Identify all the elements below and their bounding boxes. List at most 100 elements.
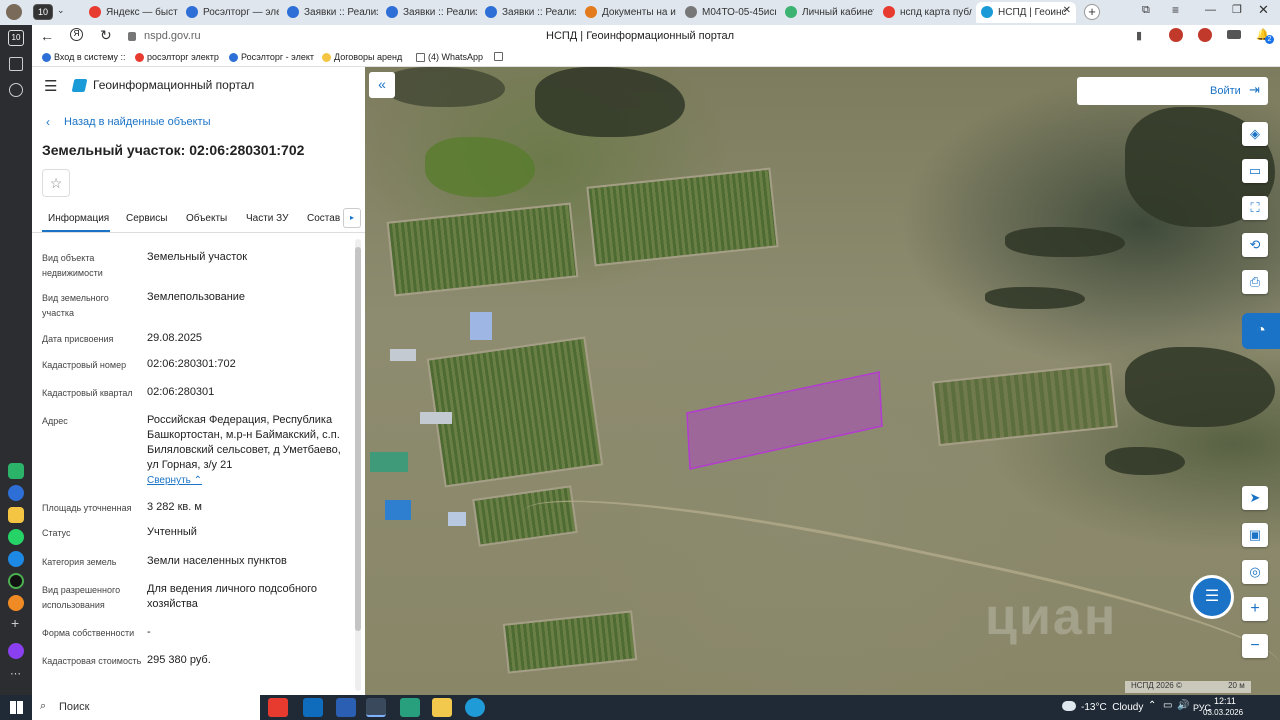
tab-close-icon[interactable]: ✕ [1063, 5, 1071, 16]
add-rail-icon[interactable]: + [11, 615, 19, 631]
tab-parts[interactable]: Части ЗУ [246, 213, 288, 224]
browser-tab[interactable]: Заявки :: Реализ [282, 2, 378, 23]
browser-tab[interactable]: Росэлторг — эле [181, 2, 279, 23]
browser-tab[interactable]: М04ТО-05-45иск [680, 2, 776, 23]
app-rail-icon-5[interactable] [8, 551, 24, 567]
weather-text[interactable]: -13°C Cloudy [1081, 702, 1143, 713]
app-rail-icon-2[interactable] [8, 485, 24, 501]
taskbar-explorer-app[interactable] [432, 698, 452, 717]
collapse-panel-button[interactable]: « [369, 72, 395, 98]
clock-date[interactable]: 03.03.2026 [1203, 708, 1243, 717]
window-close-icon[interactable]: ✕ [1258, 2, 1269, 18]
tab-objects[interactable]: Объекты [186, 213, 227, 224]
browser-tab[interactable]: Личный кабинет [780, 2, 874, 23]
login-icon: ⇥ [1249, 82, 1260, 97]
bookmark-item[interactable]: (4) WhatsApp [416, 52, 483, 62]
back-to-results-link[interactable]: Назад в найденные объекты [64, 116, 211, 128]
tab-favicon-icon [785, 6, 797, 18]
app-rail-icon-1[interactable] [8, 463, 24, 479]
taskbar-yandex-browser-app[interactable] [366, 698, 386, 717]
bookmark-icon[interactable]: ▮ [1136, 29, 1142, 42]
windows-start-icon[interactable] [10, 701, 23, 714]
ruler-button[interactable]: ▭ [1242, 159, 1268, 183]
bookmark-item[interactable]: Вход в систему :: [42, 52, 126, 62]
bookmarks-bar: Вход в систему :: росэлторг электр Росэл… [32, 49, 1280, 67]
bookmark-item[interactable]: Договоры аренд [322, 52, 402, 62]
tabs-dropdown-icon[interactable]: ⌄ [57, 5, 71, 19]
select-area-button[interactable]: ⛶ [1242, 196, 1268, 220]
tabs-scroll-right-button[interactable]: ▸ [343, 208, 361, 228]
new-tab-button[interactable]: + [1084, 4, 1100, 20]
login-label: Войти [1210, 85, 1241, 97]
profile-avatar[interactable] [6, 4, 22, 20]
tab-favicon-icon [386, 6, 398, 18]
extension-icon-2[interactable] [1198, 28, 1212, 42]
app-rail-icon-3[interactable] [8, 507, 24, 523]
tab-composition[interactable]: Состав [307, 213, 340, 224]
zoom-out-button[interactable]: − [1242, 634, 1268, 658]
url-text[interactable]: nspd.gov.ru [144, 30, 201, 42]
tray-expand-icon[interactable]: ⌃ [1148, 700, 1156, 711]
taskbar-yandex-app[interactable] [268, 698, 288, 717]
tab-information[interactable]: Информация [48, 213, 109, 224]
collapse-link[interactable]: Свернуть ⌃ [147, 475, 202, 486]
login-bar[interactable]: Войти ⇥ [1077, 77, 1268, 105]
volume-icon[interactable]: 🔊 [1177, 700, 1189, 711]
reload-icon[interactable]: ↻ [100, 27, 112, 44]
collections-icon[interactable]: ⧉ [1142, 4, 1150, 17]
back-chevron-icon[interactable]: ‹ [46, 115, 50, 129]
app-rail-icon-6[interactable] [8, 573, 24, 589]
bookmark-overflow-icon[interactable] [494, 52, 503, 61]
site-icon [135, 52, 144, 62]
app-rail-icon-7[interactable] [8, 595, 24, 611]
share-button[interactable]: ⟲ [1242, 233, 1268, 257]
back-arrow-icon[interactable]: ← [40, 28, 54, 44]
panel-scrollbar-thumb[interactable] [355, 247, 361, 631]
field-label: Площадь уточненная [42, 503, 132, 513]
satellite-map[interactable]: циан « Войти ⇥ ◈ ▭ ⛶ ⟲ ⎙ ◔ ➤ ▣ ◎ + − ☰ Н… [365, 67, 1280, 695]
field-label: Адрес [42, 416, 68, 426]
menu-icon[interactable]: ≡ [1172, 3, 1179, 17]
tab-counter-button[interactable]: 10 [33, 4, 53, 20]
taskbar-search-box[interactable]: ⌕ Поиск [32, 695, 260, 720]
yandex-home-icon[interactable]: Я [70, 28, 83, 41]
print-button[interactable]: ⎙ [1242, 270, 1268, 294]
browser-tab[interactable]: НСПД | Геоинс ✕ [976, 2, 1076, 23]
browser-tab[interactable]: Заявки :: Реализ [480, 2, 576, 23]
collections-rail-icon[interactable] [9, 57, 23, 71]
browser-tab[interactable]: Заявки :: Реализ [381, 2, 477, 23]
history-rail-icon[interactable] [9, 83, 23, 97]
zoom-in-button[interactable]: + [1242, 597, 1268, 621]
hamburger-menu-icon[interactable]: ☰ [44, 77, 57, 95]
taskbar-outlook-app[interactable] [303, 698, 323, 717]
extension-icon-1[interactable] [1169, 28, 1183, 42]
chat-button[interactable]: ☰ [1190, 575, 1234, 619]
more-rail-icon[interactable]: ⋯ [10, 667, 21, 680]
clock-time[interactable]: 12:11 [1214, 696, 1236, 706]
taskbar-app[interactable] [400, 698, 420, 717]
minimap-button[interactable]: ▣ [1242, 523, 1268, 547]
tab-services[interactable]: Сервисы [126, 213, 167, 224]
window-minimize-icon[interactable]: — [1205, 4, 1216, 16]
layers-button[interactable]: ◈ [1242, 122, 1268, 146]
whatsapp-rail-icon[interactable] [8, 529, 24, 545]
bookmark-item[interactable]: Росэлторг - элект [229, 52, 314, 62]
taskbar-word-app[interactable] [336, 698, 356, 717]
locate-direction-button[interactable]: ➤ [1242, 486, 1268, 510]
geolocation-button[interactable]: ◎ [1242, 560, 1268, 584]
browser-tab[interactable]: нспд карта публ [878, 2, 972, 23]
favorite-star-button[interactable]: ☆ [42, 169, 70, 197]
taskbar-edge-app[interactable] [465, 698, 485, 717]
browser-tab[interactable]: Яндекс — быстр [84, 2, 178, 23]
bookmark-item[interactable]: росэлторг электр [135, 52, 219, 62]
extension-icon-3[interactable] [1227, 30, 1241, 39]
alice-rail-icon[interactable] [8, 643, 24, 659]
network-icon[interactable]: ▭ [1163, 700, 1172, 711]
parcel-boundary[interactable] [365, 67, 1280, 695]
window-restore-icon[interactable]: ❐ [1232, 3, 1242, 16]
assistant-button[interactable]: ◔ [1242, 313, 1280, 349]
tab-count-rail-icon[interactable]: 10 [8, 30, 24, 46]
browser-tab[interactable]: Документы на из [580, 2, 676, 23]
panel-scrollbar[interactable] [355, 239, 361, 691]
field-value: 02:06:280301 [147, 386, 215, 398]
